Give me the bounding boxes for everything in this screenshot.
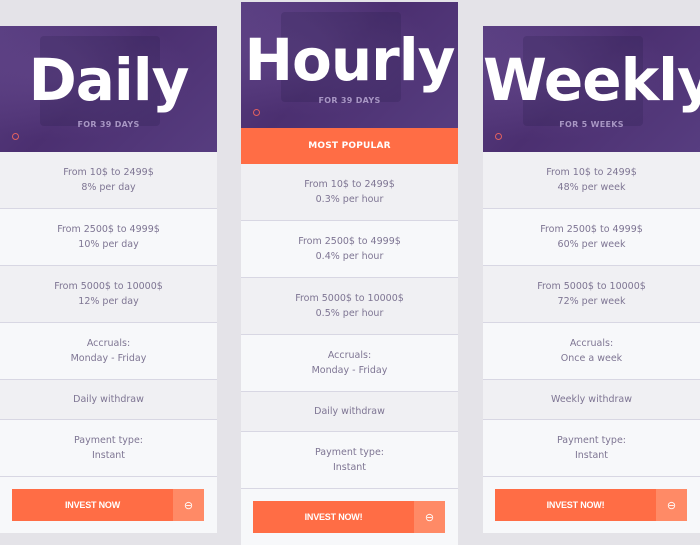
withdraw-row: Weekly withdraw bbox=[483, 380, 700, 420]
withdraw-text: Weekly withdraw bbox=[551, 394, 632, 405]
tier-rate: 10% per day bbox=[78, 239, 139, 250]
payment-value: Instant bbox=[332, 462, 367, 473]
withdraw-text: Daily withdraw bbox=[73, 394, 144, 405]
button-container: INVEST NOW ⊖ bbox=[0, 477, 217, 533]
payment-row: Payment type: Instant bbox=[241, 432, 458, 489]
arrow-circle-icon: ⊖ bbox=[173, 489, 204, 521]
most-popular-badge: MOST POPULAR bbox=[241, 128, 458, 164]
invest-button-label: INVEST NOW! bbox=[304, 512, 363, 522]
tier-row: From 10$ to 2499$ 48% per week bbox=[483, 152, 700, 209]
tier-rate: 72% per week bbox=[557, 296, 626, 307]
tier-row: From 5000$ to 10000$ 72% per week bbox=[483, 266, 700, 323]
tier-row: From 10$ to 2499$ 8% per day bbox=[0, 152, 217, 209]
plan-card-weekly: Weekly FOR 5 WEEKS From 10$ to 2499$ 48%… bbox=[483, 26, 700, 533]
tier-range: From 2500$ to 4999$ bbox=[57, 224, 160, 235]
plan-duration: FOR 39 DAYS bbox=[77, 120, 140, 129]
ring-decoration-icon bbox=[253, 109, 260, 116]
plan-banner: Hourly FOR 39 DAYS bbox=[241, 2, 458, 128]
arrow-circle-icon: ⊖ bbox=[656, 489, 687, 521]
ring-decoration-icon bbox=[495, 133, 502, 140]
tier-range: From 2500$ to 4999$ bbox=[298, 236, 401, 247]
button-container: INVEST NOW! ⊖ bbox=[483, 477, 700, 533]
tier-row: From 2500$ to 4999$ 0.4% per hour bbox=[241, 221, 458, 278]
tier-rate: 8% per day bbox=[81, 182, 136, 193]
tier-range: From 5000$ to 10000$ bbox=[295, 293, 404, 304]
tier-row: From 2500$ to 4999$ 10% per day bbox=[0, 209, 217, 266]
plan-title: Weekly bbox=[483, 46, 700, 114]
payment-label: Payment type: bbox=[73, 435, 144, 446]
invest-button-label: INVEST NOW! bbox=[546, 500, 605, 510]
tier-range: From 5000$ to 10000$ bbox=[54, 281, 163, 292]
tier-row: From 5000$ to 10000$ 12% per day bbox=[0, 266, 217, 323]
tier-rate: 12% per day bbox=[78, 296, 139, 307]
accruals-row: Accruals: Monday - Friday bbox=[241, 335, 458, 392]
payment-label: Payment type: bbox=[314, 447, 385, 458]
tier-range: From 10$ to 2499$ bbox=[546, 167, 637, 178]
tier-rate: 0.5% per hour bbox=[315, 308, 384, 319]
tier-row: From 10$ to 2499$ 0.3% per hour bbox=[241, 164, 458, 221]
payment-value: Instant bbox=[91, 450, 126, 461]
plan-duration: FOR 5 WEEKS bbox=[559, 120, 624, 129]
withdraw-row: Daily withdraw bbox=[0, 380, 217, 420]
tier-range: From 2500$ to 4999$ bbox=[540, 224, 643, 235]
accruals-value: Once a week bbox=[560, 353, 623, 364]
accruals-label: Accruals: bbox=[327, 350, 372, 361]
tier-range: From 10$ to 2499$ bbox=[304, 179, 395, 190]
invest-now-button[interactable]: INVEST NOW! ⊖ bbox=[495, 489, 687, 521]
accruals-value: Monday - Friday bbox=[70, 353, 147, 364]
plan-title: Hourly bbox=[244, 26, 456, 94]
button-container: INVEST NOW! ⊖ bbox=[241, 489, 458, 545]
tier-row: From 5000$ to 10000$ 0.5% per hour bbox=[241, 278, 458, 335]
payment-row: Payment type: Instant bbox=[483, 420, 700, 477]
tier-rate: 48% per week bbox=[557, 182, 626, 193]
plan-banner: Daily FOR 39 DAYS bbox=[0, 26, 217, 152]
tier-rate: 0.4% per hour bbox=[315, 251, 384, 262]
plan-title: Daily bbox=[28, 46, 190, 114]
payment-label: Payment type: bbox=[556, 435, 627, 446]
accruals-value: Monday - Friday bbox=[311, 365, 388, 376]
withdraw-text: Daily withdraw bbox=[314, 406, 385, 417]
tier-rate: 0.3% per hour bbox=[315, 194, 384, 205]
invest-button-label: INVEST NOW bbox=[64, 500, 120, 510]
payment-value: Instant bbox=[574, 450, 609, 461]
withdraw-row: Daily withdraw bbox=[241, 392, 458, 432]
ring-decoration-icon bbox=[12, 133, 19, 140]
plan-card-daily: Daily FOR 39 DAYS From 10$ to 2499$ 8% p… bbox=[0, 26, 217, 533]
tier-rate: 60% per week bbox=[557, 239, 626, 250]
accruals-row: Accruals: Monday - Friday bbox=[0, 323, 217, 380]
plan-banner: Weekly FOR 5 WEEKS bbox=[483, 26, 700, 152]
accruals-row: Accruals: Once a week bbox=[483, 323, 700, 380]
accruals-label: Accruals: bbox=[86, 338, 131, 349]
accruals-label: Accruals: bbox=[569, 338, 614, 349]
tier-range: From 10$ to 2499$ bbox=[63, 167, 154, 178]
payment-row: Payment type: Instant bbox=[0, 420, 217, 477]
arrow-circle-icon: ⊖ bbox=[414, 501, 445, 533]
tier-row: From 2500$ to 4999$ 60% per week bbox=[483, 209, 700, 266]
plan-card-hourly: Hourly FOR 39 DAYS MOST POPULAR From 10$… bbox=[241, 2, 458, 545]
invest-now-button[interactable]: INVEST NOW ⊖ bbox=[12, 489, 204, 521]
plan-duration: FOR 39 DAYS bbox=[318, 96, 381, 105]
invest-now-button[interactable]: INVEST NOW! ⊖ bbox=[253, 501, 445, 533]
tier-range: From 5000$ to 10000$ bbox=[537, 281, 646, 292]
